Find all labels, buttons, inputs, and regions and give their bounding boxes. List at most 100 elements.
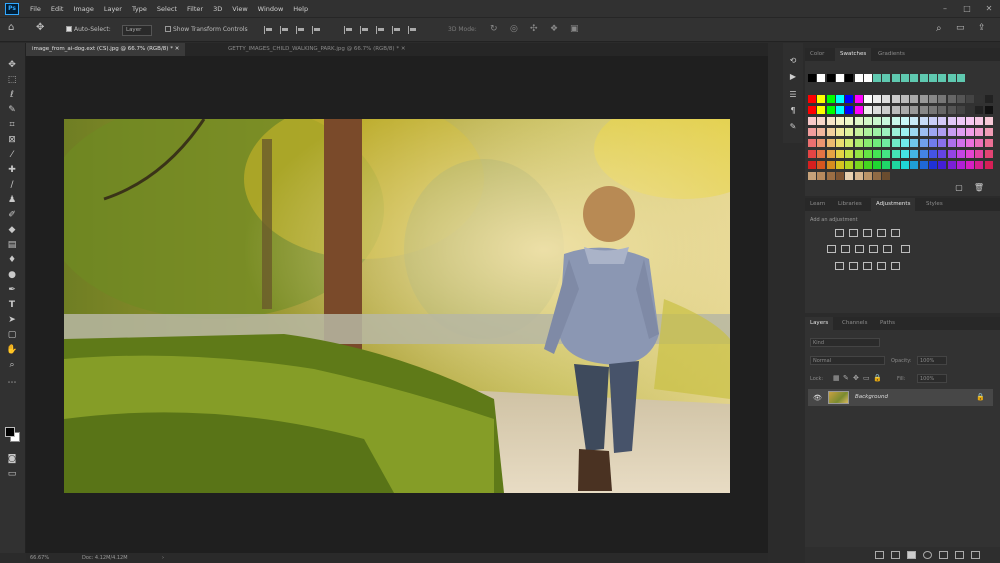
swatch[interactable] xyxy=(882,128,891,136)
swatch[interactable] xyxy=(938,95,947,103)
brush-icon[interactable]: ∕ xyxy=(5,179,19,191)
swatch[interactable] xyxy=(910,128,919,136)
swatch[interactable] xyxy=(826,74,835,82)
marquee-icon[interactable]: ⬚ xyxy=(5,74,19,86)
swatch[interactable] xyxy=(835,117,844,125)
swatch[interactable] xyxy=(845,150,854,158)
lasso-icon[interactable]: ℓ xyxy=(5,89,19,101)
swatch[interactable] xyxy=(984,150,993,158)
swatch[interactable] xyxy=(863,150,872,158)
swatch[interactable] xyxy=(863,117,872,125)
swatch[interactable] xyxy=(928,117,937,125)
swatch[interactable] xyxy=(845,74,854,82)
swatch[interactable] xyxy=(854,74,863,82)
lock-all-icon[interactable]: 🔒 xyxy=(873,374,882,382)
swatch[interactable] xyxy=(984,95,993,103)
swatch[interactable] xyxy=(891,150,900,158)
swatch[interactable] xyxy=(808,117,816,125)
swatch[interactable] xyxy=(817,106,826,114)
move-icon[interactable]: ✥ xyxy=(5,59,19,71)
eraser-icon[interactable]: ◆ xyxy=(5,224,19,236)
swatch[interactable] xyxy=(835,106,844,114)
auto-select-checkbox[interactable]: Auto-Select: xyxy=(66,26,111,33)
menu-help[interactable]: Help xyxy=(288,5,313,13)
3d-roll-icon[interactable]: ◎ xyxy=(510,24,518,34)
swatch[interactable] xyxy=(901,150,909,158)
status-arrow-icon[interactable]: › xyxy=(162,555,164,561)
swatch[interactable] xyxy=(817,172,826,180)
screen-mode-icon[interactable]: ▭ xyxy=(5,468,19,480)
menu-view[interactable]: View xyxy=(227,5,252,13)
distribute-top-icon[interactable] xyxy=(344,26,353,34)
swatch[interactable] xyxy=(891,74,900,82)
swatch[interactable] xyxy=(808,74,816,82)
swatch[interactable] xyxy=(854,117,863,125)
swatch[interactable] xyxy=(928,95,937,103)
swatch[interactable] xyxy=(826,172,835,180)
swatch[interactable] xyxy=(873,95,882,103)
swatch[interactable] xyxy=(984,106,993,114)
swatch[interactable] xyxy=(826,106,835,114)
workspace-icon[interactable]: ▭ xyxy=(956,23,965,33)
swatch[interactable] xyxy=(873,150,882,158)
swatch[interactable] xyxy=(956,117,965,125)
swatch[interactable] xyxy=(947,95,956,103)
swatch[interactable] xyxy=(808,172,816,180)
minimize-button[interactable]: – xyxy=(934,0,956,17)
swatch[interactable] xyxy=(845,117,854,125)
swatch[interactable] xyxy=(854,139,863,147)
distribute-bottom-icon[interactable] xyxy=(376,26,385,34)
tab-document-2[interactable]: GETTY_IMAGES_CHILD_WALKING_PARK.jpg @ 66… xyxy=(222,43,411,56)
swatch[interactable] xyxy=(975,106,984,114)
swatch[interactable] xyxy=(845,128,854,136)
swatch[interactable] xyxy=(817,139,826,147)
swatch[interactable] xyxy=(928,106,937,114)
document-info[interactable]: Doc: 4.12M/4.12M xyxy=(82,555,128,561)
swatch[interactable] xyxy=(956,150,965,158)
dodge-icon[interactable]: ● xyxy=(5,269,19,281)
zoom-readout[interactable]: 66.67% xyxy=(30,555,49,561)
brightness-icon[interactable] xyxy=(835,229,844,237)
swatch[interactable] xyxy=(975,95,984,103)
swatch[interactable] xyxy=(938,161,947,169)
swatch[interactable] xyxy=(808,95,816,103)
swatch[interactable] xyxy=(817,150,826,158)
tab-document-active[interactable]: image_from_ai-dog.ext (CS).jpg @ 66.7% (… xyxy=(26,43,186,56)
3d-scale-icon[interactable]: ▣ xyxy=(570,24,579,34)
swatch[interactable] xyxy=(975,139,984,147)
swatch[interactable] xyxy=(891,117,900,125)
crop-icon[interactable]: ⌗ xyxy=(5,119,19,131)
swatch[interactable] xyxy=(919,161,928,169)
swatch[interactable] xyxy=(826,161,835,169)
menu-window[interactable]: Window xyxy=(253,5,289,13)
rectangle-icon[interactable]: ▢ xyxy=(5,329,19,341)
swatch[interactable] xyxy=(928,161,937,169)
black-white-icon[interactable] xyxy=(855,245,864,253)
swatch[interactable] xyxy=(817,128,826,136)
swatch[interactable] xyxy=(901,74,909,82)
spot-heal-icon[interactable]: ✚ xyxy=(5,164,19,176)
swatch[interactable] xyxy=(882,172,891,180)
swatch[interactable] xyxy=(947,161,956,169)
history-icon[interactable]: ⟲ xyxy=(787,55,799,67)
swatch[interactable] xyxy=(808,106,816,114)
lock-icon[interactable]: 🔒 xyxy=(976,393,985,401)
tab-gradients[interactable]: Gradients xyxy=(873,48,910,61)
swatch[interactable] xyxy=(882,161,891,169)
menu-select[interactable]: Select xyxy=(152,5,182,13)
3d-rotate-icon[interactable]: ↻ xyxy=(490,24,498,34)
swatch[interactable] xyxy=(835,150,844,158)
swatch[interactable] xyxy=(901,106,909,114)
transform-controls-checkbox[interactable]: Show Transform Controls xyxy=(165,26,248,33)
fill-field[interactable]: 100% xyxy=(917,374,947,383)
swatch[interactable] xyxy=(854,128,863,136)
foreground-color[interactable] xyxy=(5,427,15,437)
swatch[interactable] xyxy=(835,161,844,169)
frame-icon[interactable]: ⊠ xyxy=(5,134,19,146)
swatch[interactable] xyxy=(966,139,975,147)
blur-icon[interactable]: ♦ xyxy=(5,254,19,266)
swatch[interactable] xyxy=(938,74,947,82)
swatch[interactable] xyxy=(956,95,965,103)
eye-icon[interactable]: 👁 xyxy=(813,394,822,402)
swatch[interactable] xyxy=(863,161,872,169)
